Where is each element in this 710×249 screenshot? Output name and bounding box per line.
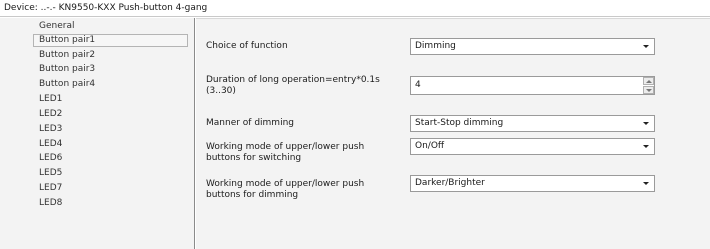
sidebar: General Button pair1 Button pair2 Button… [0,18,195,249]
spin-down-icon[interactable] [643,86,654,94]
chevron-down-icon [641,176,651,191]
sidebar-item-button-pair3[interactable]: Button pair3 [33,63,188,76]
long-operation-value: 4 [415,80,421,90]
working-mode-switching-label-line1: Working mode of upper/lower push [206,142,365,152]
sidebar-item-led5[interactable]: LED5 [33,167,188,180]
sidebar-item-button-pair4[interactable]: Button pair4 [33,78,188,91]
working-mode-switching-value: On/Off [415,141,445,151]
sidebar-item-button-pair2[interactable]: Button pair2 [33,49,188,62]
long-operation-label-line2: (3..30) [206,86,236,96]
working-mode-switching-dropdown[interactable]: On/Off [410,138,655,155]
sidebar-item-led2[interactable]: LED2 [33,108,188,121]
choice-of-function-value: Dimming [415,41,456,51]
dialog-frame: General Button pair1 Button pair2 Button… [0,18,710,249]
working-mode-dimming-label-line1: Working mode of upper/lower push [206,179,365,189]
parameter-panel: Choice of function Dimming Duration of l… [196,18,710,249]
working-mode-dimming-value: Darker/Brighter [415,178,485,188]
sidebar-item-led4[interactable]: LED4 [33,138,188,151]
sidebar-item-led8[interactable]: LED8 [33,197,188,210]
sidebar-item-button-pair1[interactable]: Button pair1 [33,34,188,47]
choice-of-function-label: Choice of function [206,41,288,51]
working-mode-switching-label-line2: buttons for switching [206,153,302,163]
sidebar-item-led1[interactable]: LED1 [33,93,188,106]
sidebar-item-led6[interactable]: LED6 [33,152,188,165]
manner-of-dimming-value: Start-Stop dimming [415,118,504,128]
working-mode-dimming-dropdown[interactable]: Darker/Brighter [410,175,655,192]
manner-of-dimming-dropdown[interactable]: Start-Stop dimming [410,115,655,132]
window-title: Device: ..-.- KN9550-KXX Push-button 4-g… [0,0,710,17]
working-mode-dimming-label-line2: buttons for dimming [206,190,299,200]
long-operation-spinbox[interactable]: 4 [410,76,655,95]
sidebar-item-led7[interactable]: LED7 [33,182,188,195]
chevron-down-icon [641,116,651,131]
spin-up-icon[interactable] [643,77,654,85]
chevron-down-icon [641,139,651,154]
sidebar-item-led3[interactable]: LED3 [33,123,188,136]
sidebar-item-general[interactable]: General [33,20,188,33]
choice-of-function-dropdown[interactable]: Dimming [410,38,655,55]
manner-of-dimming-label: Manner of dimming [206,118,294,128]
chevron-down-icon [641,39,651,54]
long-operation-label-line1: Duration of long operation=entry*0.1s [206,75,380,85]
